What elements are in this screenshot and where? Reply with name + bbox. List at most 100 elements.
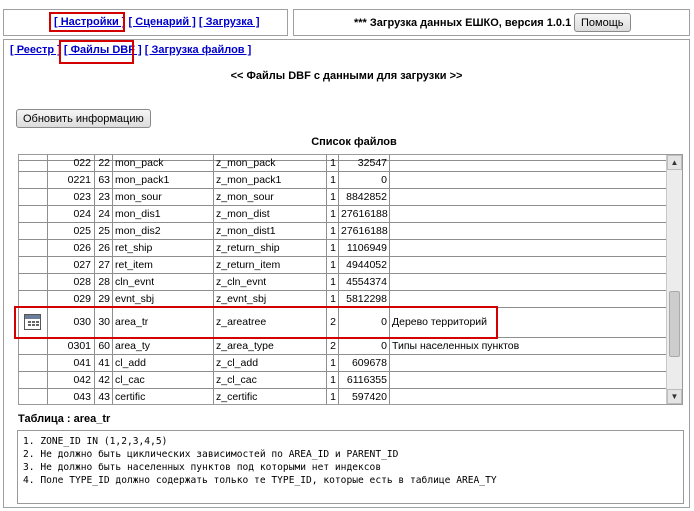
selected-table-label: Таблица : area_tr (18, 413, 111, 425)
row-type: 1 (326, 291, 338, 307)
row-type: 1 (326, 172, 338, 188)
row-description (389, 274, 667, 290)
row-file-name: mon_sour (112, 189, 213, 205)
scroll-down-icon[interactable]: ▼ (667, 389, 682, 404)
table-row[interactable]: 022 22 mon_pack z_mon_pack 1 32547 (19, 155, 667, 172)
row-code: 043 (47, 389, 94, 404)
row-file-name: ret_ship (112, 240, 213, 256)
row-code: 028 (47, 274, 94, 290)
row-selector[interactable] (19, 308, 47, 337)
row-number: 26 (94, 240, 112, 256)
row-description: Типы населенных пунктов (389, 338, 667, 354)
row-number: 22 (94, 155, 112, 171)
nav-scenario-link[interactable]: [ Сценарий ] (129, 16, 196, 28)
row-selector[interactable] (19, 155, 47, 171)
row-selector[interactable] (19, 223, 47, 239)
row-description (389, 223, 667, 239)
row-count: 1106949 (338, 240, 389, 256)
row-count: 4944052 (338, 257, 389, 273)
row-code: 024 (47, 206, 94, 222)
row-table-name: z_mon_dist1 (213, 223, 326, 239)
row-number: 27 (94, 257, 112, 273)
row-selector[interactable] (19, 389, 47, 404)
row-description (389, 257, 667, 273)
row-type: 1 (326, 223, 338, 239)
row-file-name: area_tr (112, 308, 213, 337)
row-description (389, 189, 667, 205)
row-count: 27616188 (338, 206, 389, 222)
table-row[interactable]: 029 29 evnt_sbj z_evnt_sbj 1 5812298 (19, 291, 667, 308)
nav-upload-link[interactable]: [ Загрузка ] (199, 16, 260, 28)
row-type: 1 (326, 240, 338, 256)
table-row[interactable]: 024 24 mon_dis1 z_mon_dist 1 27616188 (19, 206, 667, 223)
row-selector[interactable] (19, 206, 47, 222)
row-selector[interactable] (19, 372, 47, 388)
table-row[interactable]: 025 25 mon_dis2 z_mon_dist1 1 27616188 (19, 223, 667, 240)
row-code: 025 (47, 223, 94, 239)
row-selector[interactable] (19, 338, 47, 354)
refresh-info-button[interactable]: Обновить информацию (16, 109, 151, 128)
row-code: 042 (47, 372, 94, 388)
row-count: 0 (338, 338, 389, 354)
scroll-thumb[interactable] (669, 291, 680, 357)
row-file-name: mon_pack (112, 155, 213, 171)
table-row[interactable]: 023 23 mon_sour z_mon_sour 1 8842852 (19, 189, 667, 206)
row-file-name: mon_dis1 (112, 206, 213, 222)
row-table-name: z_mon_dist (213, 206, 326, 222)
row-file-name: cl_cac (112, 372, 213, 388)
table-row[interactable]: 042 42 cl_cac z_cl_cac 1 6116355 (19, 372, 667, 389)
row-number: 28 (94, 274, 112, 290)
row-selector[interactable] (19, 189, 47, 205)
help-button[interactable]: Помощь (574, 13, 631, 32)
row-selector[interactable] (19, 172, 47, 188)
row-type: 1 (326, 155, 338, 171)
row-description (389, 372, 667, 388)
row-selector[interactable] (19, 240, 47, 256)
table-row[interactable]: 028 28 cln_evnt z_cln_evnt 1 4554374 (19, 274, 667, 291)
row-description (389, 155, 667, 171)
validation-rule: 2. Не должно быть циклических зависимост… (23, 449, 399, 460)
row-table-name: z_mon_pack1 (213, 172, 326, 188)
row-selector[interactable] (19, 257, 47, 273)
calendar-icon[interactable] (24, 314, 41, 330)
row-file-name: cl_add (112, 355, 213, 371)
table-row[interactable]: 026 26 ret_ship z_return_ship 1 1106949 (19, 240, 667, 257)
row-code: 0301 (47, 338, 94, 354)
row-table-name: z_cl_add (213, 355, 326, 371)
table-row[interactable]: 0221 63 mon_pack1 z_mon_pack1 1 0 (19, 172, 667, 189)
tab-registry[interactable]: [ Реестр ] (10, 44, 61, 56)
row-count: 4554374 (338, 274, 389, 290)
table-row[interactable]: 0301 60 area_ty z_area_type 2 0 Типы населенны… (19, 338, 667, 355)
tab-dbf-files[interactable]: [ Файлы DBF ] (64, 44, 142, 56)
row-number: 25 (94, 223, 112, 239)
header-panel: *** Загрузка данных ЕШКО, версия 1.0.1 *… (293, 9, 690, 36)
row-selector[interactable] (19, 274, 47, 290)
row-type: 1 (326, 372, 338, 388)
row-description (389, 172, 667, 188)
nav-settings-link[interactable]: [ Настройки ] (54, 16, 125, 28)
row-table-name: z_mon_pack (213, 155, 326, 171)
row-count: 597420 (338, 389, 389, 404)
row-code: 041 (47, 355, 94, 371)
dbf-file-grid[interactable]: 022 22 mon_pack z_mon_pack 1 32547 0221 63 mon_p… (18, 154, 683, 405)
scroll-up-icon[interactable]: ▲ (667, 155, 682, 170)
table-row[interactable]: 043 43 certific z_certific 1 597420 (19, 389, 667, 404)
row-count: 27616188 (338, 223, 389, 239)
top-nav-links: [ Настройки ] [ Сценарий ] [ Загрузка ] (54, 16, 260, 28)
row-count: 0 (338, 308, 389, 337)
tab-file-upload[interactable]: [ Загрузка файлов ] (145, 44, 252, 56)
table-row-selected[interactable]: 030 30 area_tr z_areatree 2 0 Дерево территори… (19, 308, 667, 338)
row-number: 43 (94, 389, 112, 404)
main-panel: [ Реестр ] [ Файлы DBF ] [ Загрузка файл… (3, 39, 690, 508)
validation-rule: 1. ZONE_ID IN (1,2,3,4,5) (23, 436, 168, 447)
row-selector[interactable] (19, 355, 47, 371)
table-row[interactable]: 041 41 cl_add z_cl_add 1 609678 (19, 355, 667, 372)
row-file-name: ret_item (112, 257, 213, 273)
row-file-name: evnt_sbj (112, 291, 213, 307)
row-number: 24 (94, 206, 112, 222)
table-row[interactable]: 027 27 ret_item z_return_item 1 4944052 (19, 257, 667, 274)
grid-scrollbar[interactable]: ▲ ▼ (666, 155, 682, 404)
row-number: 23 (94, 189, 112, 205)
row-code: 029 (47, 291, 94, 307)
row-selector[interactable] (19, 291, 47, 307)
